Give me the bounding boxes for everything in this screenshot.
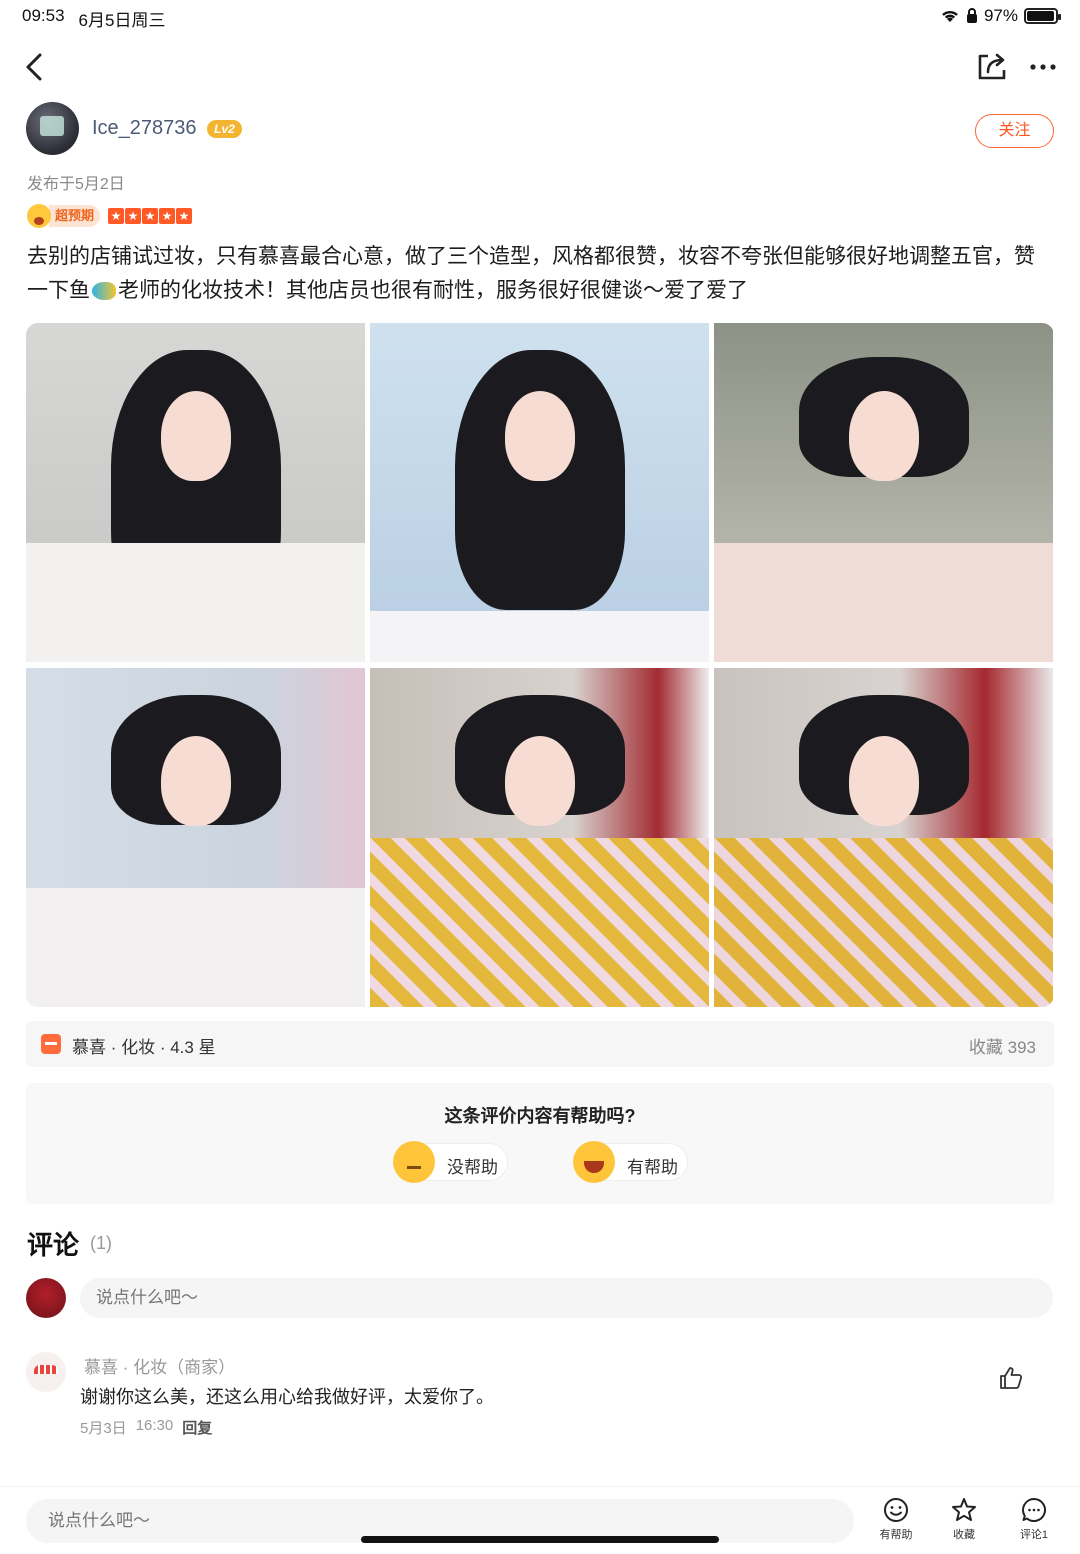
- rating-tag: 超预期: [49, 205, 101, 227]
- author-avatar[interactable]: [26, 102, 79, 155]
- reply-button[interactable]: 回复: [182, 1417, 212, 1438]
- review-text-part2: 老师的化妆技术！其他店员也很有耐性，服务很好很健谈～爱了爱了: [118, 279, 748, 302]
- helpful-card: 这条评价内容有帮助吗? 没帮助 有帮助: [26, 1083, 1054, 1204]
- surprised-emoji-icon: [27, 204, 51, 228]
- bottom-helpful-label: 有帮助: [879, 1529, 913, 1541]
- shop-card[interactable]: 慕喜 · 化妆 · 4.3 星 收藏 393: [26, 1021, 1054, 1067]
- comment-author[interactable]: 慕喜 · 化妆（商家）: [84, 1353, 235, 1378]
- bottom-comment-button[interactable]: 评论1: [1004, 1497, 1064, 1542]
- comment-input[interactable]: [80, 1278, 1053, 1318]
- follow-button[interactable]: 关注: [975, 114, 1054, 148]
- comment-date: 5月3日: [80, 1420, 127, 1437]
- rating-star-icon: ★: [142, 208, 159, 224]
- review-photo-1[interactable]: [26, 323, 365, 662]
- share-icon[interactable]: [976, 50, 1008, 82]
- battery-percent: 97%: [983, 6, 1018, 25]
- bottom-favorite-button[interactable]: 收藏: [934, 1497, 994, 1542]
- review-photo-2[interactable]: [370, 323, 709, 662]
- smile-icon: [884, 1498, 908, 1522]
- star-rating: ★ ★ ★ ★ ★: [108, 208, 193, 224]
- rating-row: 超预期 ★ ★ ★ ★ ★: [27, 204, 193, 228]
- review-photo-6[interactable]: [714, 668, 1053, 1007]
- photo-grid: [26, 323, 1054, 1007]
- battery-icon: [1024, 8, 1061, 24]
- level-badge: Lv2: [207, 120, 242, 138]
- confused-emoji-icon: [393, 1141, 435, 1183]
- merchant-avatar[interactable]: [26, 1352, 66, 1392]
- comment-time: 16:30: [135, 1417, 174, 1434]
- comment-meta: 5月3日 16:30 回复: [80, 1417, 212, 1438]
- bottom-comment-label: 评论1: [1019, 1529, 1049, 1541]
- shop-favorites: 收藏 393: [968, 1038, 1036, 1057]
- top-nav: [0, 44, 1080, 90]
- comments-title: 评论: [27, 1230, 80, 1260]
- not-helpful-button[interactable]: 没帮助: [393, 1141, 508, 1183]
- fish-emoji-icon: [92, 282, 116, 300]
- rating-star-icon: ★: [159, 208, 176, 224]
- status-bar: 09:53 6月5日周三 97%: [0, 0, 1080, 34]
- bottom-favorite-label: 收藏: [953, 1529, 975, 1541]
- review-text: 去别的店铺试过妆，只有慕喜最合心意，做了三个造型，风格都很赞，妆容不夸张但能够很…: [27, 240, 1053, 308]
- more-dots-icon[interactable]: [1028, 52, 1058, 82]
- author-row: Ice_278736 Lv2 关注: [26, 102, 1054, 158]
- comment-text: 谢谢你这么美，还这么用心给我做好评，太爱你了。: [80, 1387, 494, 1407]
- review-photo-4[interactable]: [26, 668, 365, 1007]
- back-arrow-icon[interactable]: [22, 50, 52, 84]
- not-helpful-label: 没帮助: [447, 1158, 498, 1177]
- review-photo-5[interactable]: [370, 668, 709, 1007]
- helpful-label: 有帮助: [627, 1158, 678, 1177]
- status-date: 6月5日周三: [78, 11, 166, 30]
- home-indicator[interactable]: [361, 1536, 719, 1543]
- shop-icon: [41, 1034, 61, 1054]
- lock-rotation-icon: [966, 8, 977, 23]
- helpful-question: 这条评价内容有帮助吗?: [444, 1106, 636, 1126]
- wifi-icon: [942, 10, 958, 22]
- thumbs-up-icon[interactable]: [998, 1365, 1024, 1391]
- rating-star-icon: ★: [176, 208, 193, 224]
- bottom-bar: 有帮助 收藏 评论1: [0, 1486, 1080, 1554]
- star-icon: [952, 1498, 976, 1521]
- review-photo-3[interactable]: [714, 323, 1053, 662]
- comment-bubble-icon: [1022, 1498, 1046, 1522]
- rating-star-icon: ★: [108, 208, 125, 224]
- status-time: 09:53: [22, 6, 65, 25]
- rating-star-icon: ★: [125, 208, 142, 224]
- bottom-helpful-button[interactable]: 有帮助: [866, 1497, 926, 1542]
- comments-count: (1): [90, 1233, 112, 1253]
- helpful-button[interactable]: 有帮助: [573, 1141, 688, 1183]
- shop-name: 慕喜 · 化妆 · 4.3 星: [72, 1038, 216, 1057]
- my-avatar: [26, 1278, 66, 1318]
- happy-emoji-icon: [573, 1141, 615, 1183]
- publish-date: 发布于5月2日: [27, 176, 125, 193]
- author-name[interactable]: Ice_278736: [92, 117, 197, 140]
